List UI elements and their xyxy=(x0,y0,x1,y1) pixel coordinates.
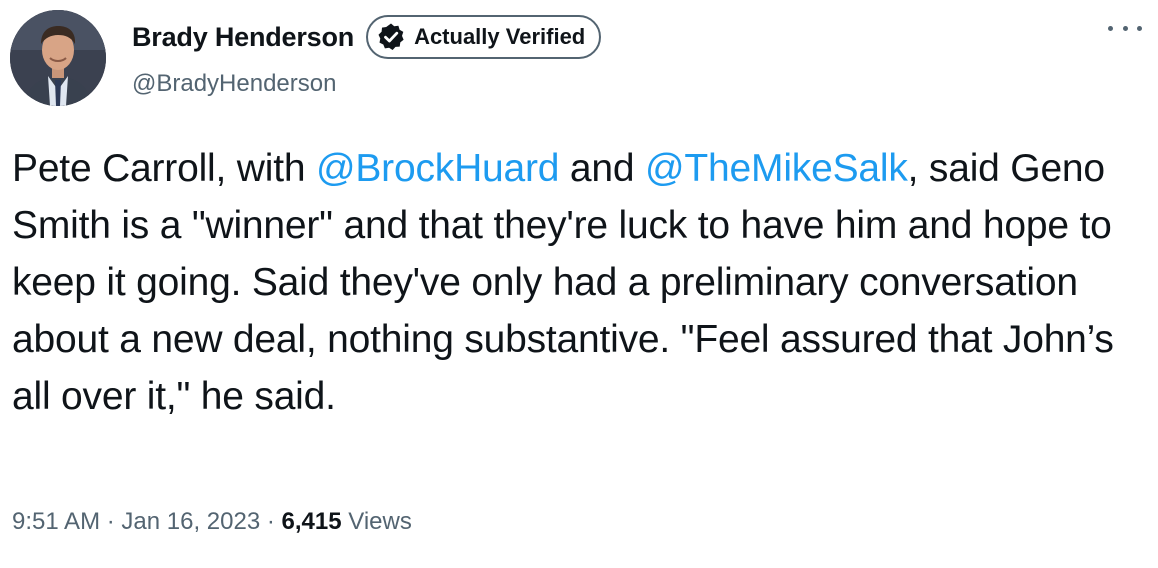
more-options-icon[interactable] xyxy=(1108,18,1142,38)
mention-link[interactable]: @BrockHuard xyxy=(316,147,560,190)
tweet-card: Brady Henderson Actually Verified @Brady… xyxy=(0,0,1158,568)
name-row: Brady Henderson Actually Verified xyxy=(132,12,602,62)
views-count: 6,415 xyxy=(281,508,342,535)
verification-badge[interactable]: Actually Verified xyxy=(366,15,602,59)
tweet-date[interactable]: Jan 16, 2023 xyxy=(121,508,260,535)
avatar[interactable] xyxy=(10,10,106,106)
tweet-text-segment: and xyxy=(559,147,646,190)
mention-link[interactable]: @TheMikeSalk xyxy=(645,147,908,190)
author-handle[interactable]: @BradyHenderson xyxy=(132,70,601,98)
verified-check-icon xyxy=(376,22,406,52)
meta-separator: · xyxy=(100,508,122,535)
profile-photo-icon xyxy=(10,10,106,106)
tweet-meta: 9:51 AM · Jan 16, 2023 · 6,415 Views xyxy=(12,508,412,536)
badge-label: Actually Verified xyxy=(414,24,586,49)
more-dot xyxy=(1137,25,1142,31)
tweet-text-segment: Pete Carroll, with xyxy=(12,147,316,190)
meta-separator: · xyxy=(260,508,282,535)
tweet-time[interactable]: 9:51 AM xyxy=(12,508,100,535)
more-dot xyxy=(1108,25,1113,31)
more-dot xyxy=(1122,25,1128,31)
author-display-name[interactable]: Brady Henderson xyxy=(132,22,354,53)
tweet-text: Pete Carroll, with @BrockHuard and @TheM… xyxy=(12,140,1142,425)
views-label: Views xyxy=(341,508,412,535)
tweet-header: Brady Henderson Actually Verified @Brady… xyxy=(132,12,602,98)
